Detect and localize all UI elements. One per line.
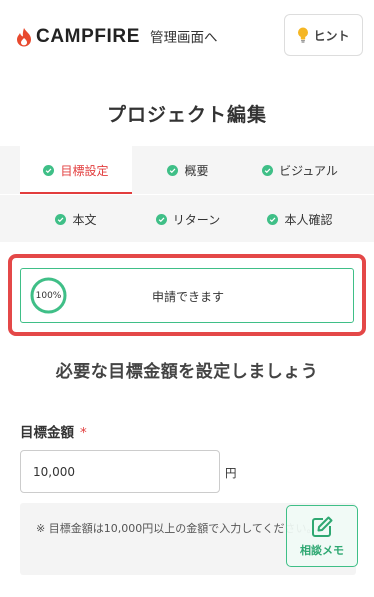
tab-label: 概要 (184, 163, 209, 178)
tab-label: ビジュアル (279, 163, 338, 178)
page-title: プロジェクト編集 (106, 104, 267, 126)
tab-identity-verification[interactable]: 本人確認 (244, 195, 356, 243)
goal-amount-input[interactable] (20, 450, 220, 493)
hint-button[interactable]: ヒント (284, 14, 363, 56)
tab-label: 目標設定 (60, 163, 109, 178)
tab-returns[interactable]: リターン (132, 195, 244, 243)
flame-icon (17, 28, 31, 47)
check-circle-icon (155, 213, 167, 225)
tab-goal-setting[interactable]: 目標設定 (20, 146, 132, 195)
memo-label: 相談メモ (300, 543, 344, 557)
tab-label: 本文 (72, 212, 97, 227)
tab-label: リターン (172, 212, 221, 227)
check-circle-icon (43, 164, 55, 176)
tab-body-text[interactable]: 本文 (20, 195, 132, 243)
tab-label: 本人確認 (284, 212, 333, 227)
header: CAMPFIRE 管理画面へ ヒント (0, 0, 374, 78)
admin-dashboard-link[interactable]: 管理画面へ (150, 29, 218, 47)
application-status-box: 100% 申請できます (20, 268, 354, 323)
consultation-memo-button[interactable]: 相談メモ (286, 505, 358, 567)
tab-row-1: 目標設定 概要 ビジュアル (0, 146, 374, 195)
edit-note-icon (312, 516, 333, 537)
tab-visual[interactable]: ビジュアル (244, 146, 356, 194)
required-mark: * (80, 425, 87, 441)
goal-amount-label: 目標金額 * (20, 421, 87, 441)
check-circle-icon (55, 213, 67, 225)
section-heading: 必要な目標金額を設定しましょう (55, 362, 319, 382)
tab-overview[interactable]: 概要 (132, 146, 244, 194)
campfire-logo[interactable]: CAMPFIRE (16, 26, 140, 48)
goal-amount-label-text: 目標金額 (20, 425, 74, 441)
tab-row-2: 本文 リターン 本人確認 (0, 195, 374, 243)
check-circle-icon (167, 164, 179, 176)
check-circle-icon (262, 164, 274, 176)
lightbulb-icon (298, 27, 309, 43)
status-text: 申請できます (151, 290, 224, 304)
currency-unit: 円 (225, 466, 237, 480)
check-circle-icon (267, 213, 279, 225)
hint-label: ヒント (313, 28, 350, 43)
logo-text: CAMPFIRE (36, 26, 141, 47)
edit-tabs: 目標設定 概要 ビジュアル 本文 リターン 本人確認 (0, 146, 374, 242)
